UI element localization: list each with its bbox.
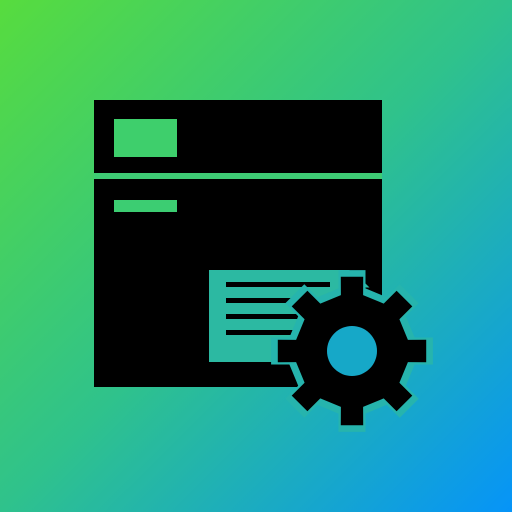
app-settings-icon [0,0,512,512]
app-icon-canvas [0,0,512,512]
gear-icon [271,270,433,432]
gear-hole [327,326,377,376]
